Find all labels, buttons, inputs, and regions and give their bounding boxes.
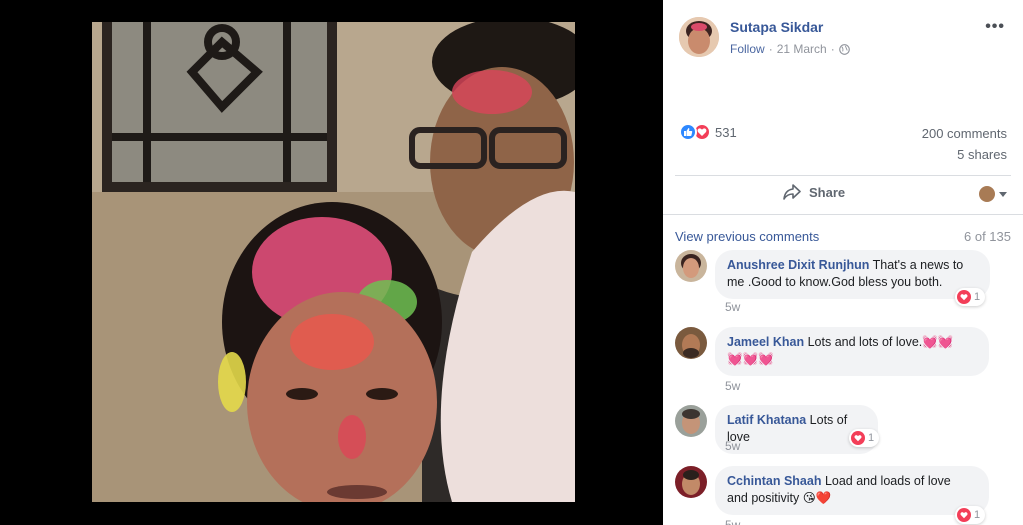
commenter-avatar[interactable] bbox=[675, 466, 707, 498]
love-reaction-icon bbox=[957, 290, 971, 304]
comment-reaction-badge[interactable]: 1 bbox=[955, 506, 986, 524]
comment-time[interactable]: 5w bbox=[725, 379, 740, 393]
share-button[interactable]: Share bbox=[783, 184, 845, 200]
comment-bubble: Jameel Khan Lots and lots of love.💓💓 💓💓💓 bbox=[715, 327, 989, 376]
commenter-name[interactable]: Latif Khatana bbox=[727, 413, 806, 427]
comment-text: Lots and lots of love. bbox=[807, 335, 923, 349]
comment-time[interactable]: 5w bbox=[725, 518, 740, 525]
commenter-avatar[interactable] bbox=[675, 405, 707, 437]
comment-page-count: 6 of 135 bbox=[964, 229, 1011, 244]
love-reaction-icon bbox=[851, 431, 865, 445]
comment-bubble: Anushree Dixit Runjhun That's a news to … bbox=[715, 250, 990, 299]
share-icon bbox=[783, 184, 801, 200]
commenter-name[interactable]: Cchintan Shaah bbox=[727, 474, 821, 488]
comment-emoji: 💓💓 bbox=[922, 335, 954, 349]
chevron-down-icon bbox=[999, 191, 1007, 197]
commenter-avatar-image bbox=[675, 405, 707, 437]
commenter-avatar-image bbox=[675, 250, 707, 282]
comment-text: Load and loads of love bbox=[824, 474, 951, 488]
comment-bubble: Cchintan Shaah Load and loads of love an… bbox=[715, 466, 989, 515]
post-stats: 531 200 comments 5 shares bbox=[663, 100, 1023, 170]
commenter-avatar[interactable] bbox=[675, 250, 707, 282]
user-mini-avatar bbox=[979, 186, 995, 202]
author-avatar[interactable] bbox=[679, 17, 719, 57]
author-avatar-image bbox=[679, 17, 719, 57]
comments-count[interactable]: 200 comments bbox=[922, 126, 1007, 141]
share-label: Share bbox=[809, 184, 846, 200]
post-header: Sutapa Sikdar Follow · 21 March · ••• bbox=[663, 0, 1023, 72]
comment-reaction-count: 1 bbox=[974, 291, 981, 303]
like-reaction-icon bbox=[679, 123, 697, 141]
comment-reaction-count: 1 bbox=[868, 432, 875, 444]
comment-reaction-badge[interactable]: 1 bbox=[849, 429, 880, 447]
comments-section: View previous comments 6 of 135 Anushree… bbox=[663, 215, 1023, 525]
comment-emoji: 😘❤️ bbox=[802, 491, 832, 505]
author-name[interactable]: Sutapa Sikdar bbox=[730, 19, 823, 35]
action-bar: Share bbox=[663, 178, 1023, 212]
follow-link[interactable]: Follow bbox=[730, 42, 765, 56]
commenter-name[interactable]: Anushree Dixit Runjhun bbox=[727, 258, 869, 272]
meta-separator: · bbox=[768, 42, 773, 56]
photo-viewer bbox=[0, 0, 663, 525]
audience-selector[interactable] bbox=[979, 186, 1007, 202]
post-meta: Follow · 21 March · bbox=[730, 42, 850, 56]
post-photo[interactable] bbox=[92, 22, 575, 502]
comment-time[interactable]: 5w bbox=[725, 439, 740, 453]
comment-emoji-line2: 💓💓💓 bbox=[727, 352, 774, 366]
comment-time[interactable]: 5w bbox=[725, 300, 740, 314]
view-previous-comments-link[interactable]: View previous comments bbox=[675, 229, 819, 244]
meta-separator-2: · bbox=[830, 42, 835, 56]
commenter-avatar-image bbox=[675, 327, 707, 359]
comment-text: That's a news to bbox=[872, 258, 964, 272]
comment-reaction-count: 1 bbox=[974, 509, 981, 521]
comment-text-line2: me .Good to know.God bless you both. bbox=[727, 275, 943, 289]
comment-text-line2: and positivity bbox=[727, 491, 800, 505]
post-date[interactable]: 21 March bbox=[777, 42, 827, 56]
reactions-summary[interactable]: 531 bbox=[679, 123, 737, 141]
photo-illustration bbox=[92, 22, 575, 502]
commenter-avatar-image bbox=[675, 466, 707, 498]
globe-icon bbox=[838, 43, 850, 55]
comment-reaction-badge[interactable]: 1 bbox=[955, 288, 986, 306]
love-reaction-icon bbox=[957, 508, 971, 522]
commenter-name[interactable]: Jameel Khan bbox=[727, 335, 804, 349]
reaction-count: 531 bbox=[715, 124, 737, 140]
shares-count[interactable]: 5 shares bbox=[957, 147, 1007, 162]
post-side-panel: Sutapa Sikdar Follow · 21 March · ••• 53… bbox=[663, 0, 1023, 525]
more-options-icon[interactable]: ••• bbox=[985, 18, 1005, 36]
commenter-avatar[interactable] bbox=[675, 327, 707, 359]
divider bbox=[675, 175, 1011, 176]
